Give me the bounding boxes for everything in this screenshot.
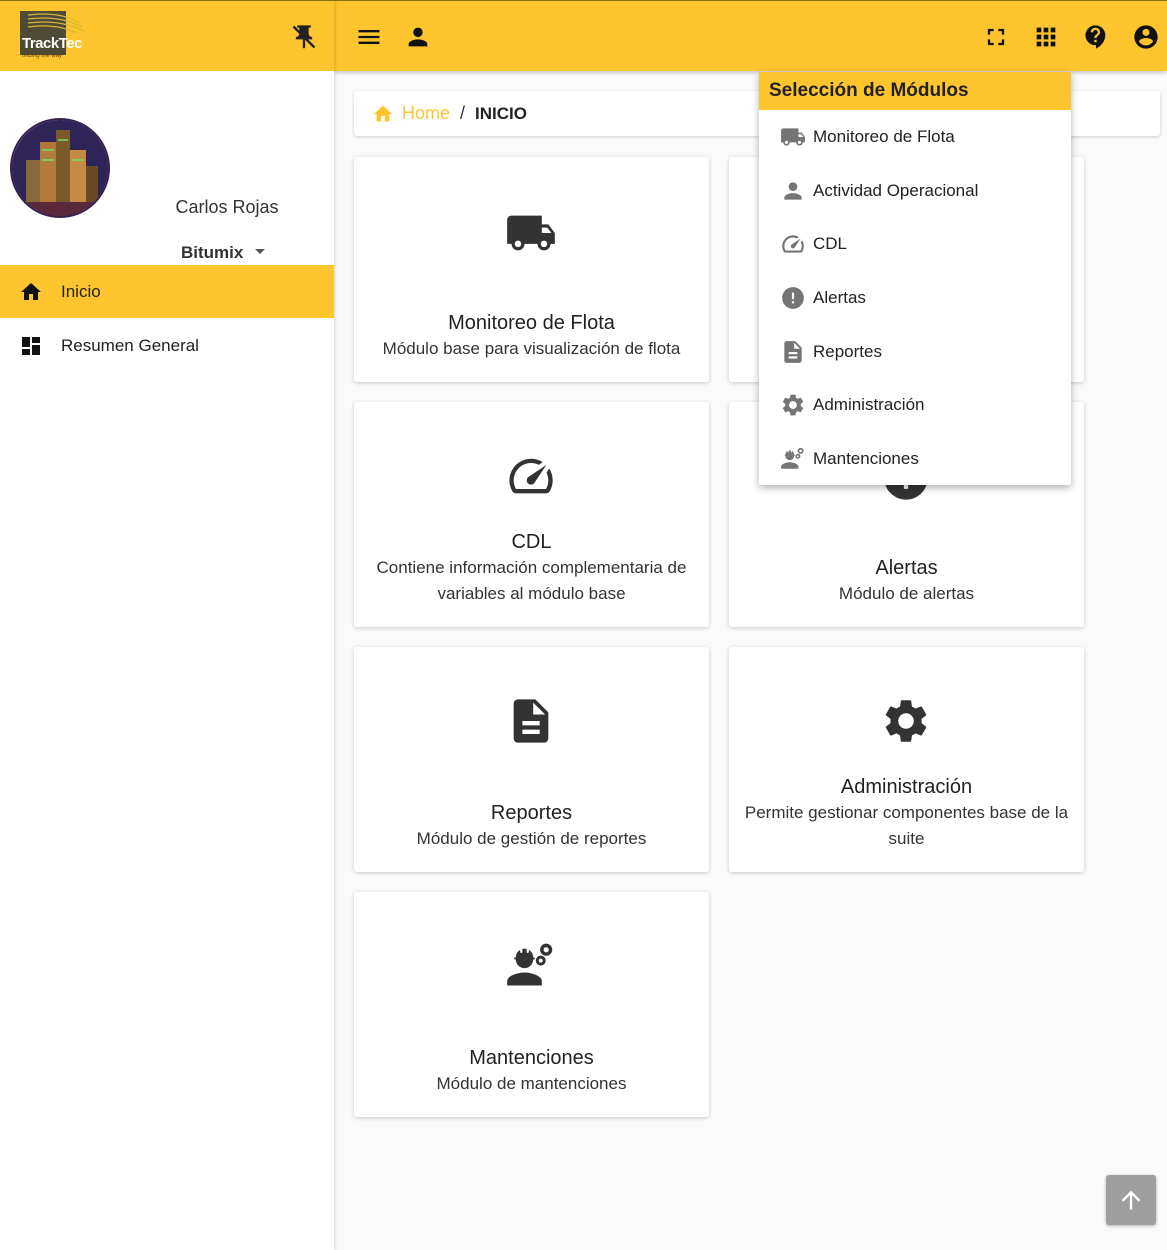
menu-item-label: Actividad Operacional <box>813 180 979 200</box>
card-description: Módulo base para visualización de flota <box>382 339 681 358</box>
breadcrumb-separator: / <box>460 103 466 123</box>
card-text: Alertas Módulo de alertas <box>739 555 1074 607</box>
menu-item-label: Administración <box>813 395 925 415</box>
home-icon <box>21 282 41 300</box>
help-icon[interactable] <box>1082 23 1110 51</box>
account-circle-icon[interactable] <box>1132 23 1160 51</box>
alert-icon <box>782 287 804 309</box>
card-text: CDL Contiene información complementaria … <box>364 529 699 607</box>
avatar[interactable] <box>10 118 110 218</box>
user-profile: Carlos Rojas Bitumix <box>0 71 334 265</box>
card-text: Reportes Módulo de gestión de reportes <box>364 800 699 852</box>
top-bar <box>334 0 1167 71</box>
card-title: Administración <box>840 776 973 798</box>
menu-item-actividad-operacional[interactable]: Actividad Operacional <box>759 164 1071 218</box>
truck-icon <box>781 128 805 146</box>
document-icon <box>513 699 549 743</box>
card-description: Contiene información complementaria de v… <box>376 558 687 603</box>
truck-icon <box>507 215 555 251</box>
sidebar-item-label: Inicio <box>61 281 101 301</box>
document-icon <box>784 340 802 363</box>
card-text: Mantenciones Módulo de mantenciones <box>364 1045 699 1097</box>
card-title: Monitoreo de Flota <box>448 312 615 334</box>
card-description: Módulo de alertas <box>838 584 975 603</box>
card-title: Mantenciones <box>469 1047 594 1069</box>
card-description: Módulo de mantenciones <box>436 1074 627 1093</box>
card-title: Reportes <box>490 802 573 824</box>
user-name: Carlos Rojas <box>175 197 279 217</box>
menu-item-label: Mantenciones <box>813 448 919 468</box>
apps-grid-icon[interactable] <box>1032 23 1060 51</box>
menu-icon[interactable] <box>355 23 383 51</box>
person-icon <box>784 181 802 200</box>
logo-tagline: finding the way <box>22 53 63 59</box>
module-card-monitoreo-flota[interactable]: Monitoreo de Flota Módulo base para visu… <box>354 157 709 382</box>
menu-item-label: Reportes <box>813 341 882 361</box>
arrow-up-icon <box>1121 1190 1141 1210</box>
module-card-administracion[interactable]: Administración Permite gestionar compone… <box>729 647 1084 872</box>
card-title: CDL <box>511 531 552 553</box>
menu-item-label: Alertas <box>813 287 866 307</box>
menu-item-alertas[interactable]: Alertas <box>759 271 1071 325</box>
card-description: Permite gestionar componentes base de la… <box>744 803 1069 848</box>
unpin-sidebar-icon[interactable] <box>290 23 318 51</box>
sidebar: TrackTec finding the way Carlos Rojas Bi… <box>0 0 334 1250</box>
breadcrumb-current: INICIO <box>475 103 527 123</box>
gear-icon <box>782 394 804 416</box>
menu-item-cdl[interactable]: CDL <box>759 217 1071 271</box>
module-card-cdl[interactable]: CDL Contiene información complementaria … <box>354 402 709 627</box>
engineer-icon <box>507 943 553 986</box>
card-text: Administración Permite gestionar compone… <box>739 774 1074 852</box>
modules-menu-title: Selección de Módulos <box>759 72 1071 110</box>
speedometer-icon <box>782 235 804 253</box>
tracktec-logo[interactable]: TrackTec finding the way <box>20 11 96 63</box>
sidebar-header: TrackTec finding the way <box>0 0 334 71</box>
menu-item-label: CDL <box>813 234 848 254</box>
menu-item-label: Monitoreo de Flota <box>813 126 955 146</box>
caret-down-icon[interactable] <box>255 249 265 254</box>
module-card-reportes[interactable]: Reportes Módulo de gestión de reportes <box>354 647 709 872</box>
dashboard-icon <box>22 336 40 355</box>
menu-item-reportes[interactable]: Reportes <box>759 325 1071 379</box>
card-title: Alertas <box>875 557 938 579</box>
scroll-to-top-button[interactable] <box>1106 1175 1156 1225</box>
module-card-mantenciones[interactable]: Mantenciones Módulo de mantenciones <box>354 892 709 1117</box>
gear-icon <box>885 700 927 742</box>
company-selector[interactable]: Bitumix <box>181 243 243 263</box>
home-icon[interactable] <box>372 103 394 125</box>
person-icon[interactable] <box>404 23 432 51</box>
sidebar-item-label: Resumen General <box>61 335 199 355</box>
breadcrumb-home-link[interactable]: Home <box>402 103 450 124</box>
menu-item-administracion[interactable]: Administración <box>759 378 1071 432</box>
logo-text: TrackTec <box>22 35 82 52</box>
modules-menu: Selección de Módulos Monitoreo de Flota … <box>759 72 1071 485</box>
fullscreen-icon[interactable] <box>982 23 1010 51</box>
sidebar-item-resumen-general[interactable]: Resumen General <box>0 319 334 372</box>
card-description: Módulo de gestión de reportes <box>416 829 647 848</box>
card-text: Monitoreo de Flota Módulo base para visu… <box>364 310 699 362</box>
menu-item-mantenciones[interactable]: Mantenciones <box>759 432 1071 486</box>
engineer-icon <box>781 447 804 469</box>
menu-item-monitoreo-flota[interactable]: Monitoreo de Flota <box>759 110 1071 164</box>
speedometer-icon <box>509 458 553 494</box>
sidebar-item-inicio[interactable]: Inicio <box>0 265 334 318</box>
